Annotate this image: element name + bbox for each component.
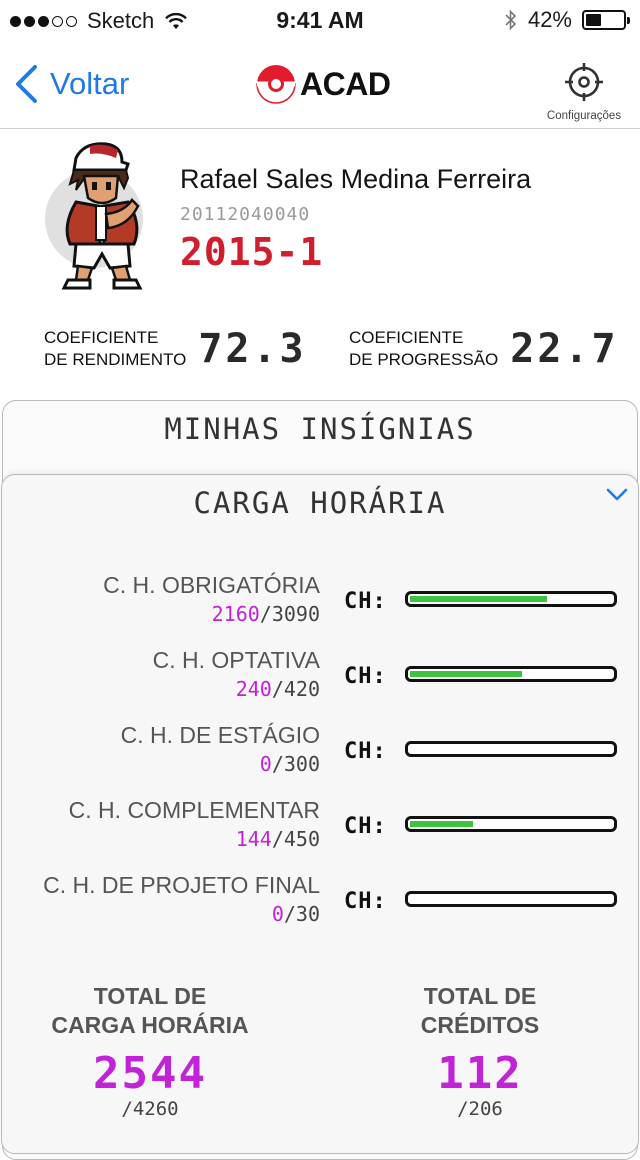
coefficient-progressao-label: COEFICIENTE DE PROGRESSÃO (349, 328, 499, 369)
progress-fill (410, 671, 522, 677)
back-button[interactable]: Voltar (14, 64, 129, 104)
current-semester: 2015-1 (180, 230, 324, 274)
student-name: Rafael Sales Medina Ferreira (180, 164, 532, 194)
settings-label: Configurações (546, 110, 622, 122)
workload-row-optativa: C. H. OPTATIVA 240/420 CH: (0, 647, 640, 707)
status-right: 42% (504, 7, 630, 33)
progress-bar (405, 591, 617, 607)
chevron-left-icon (16, 65, 37, 103)
total-workload-max: /4260 (121, 1098, 179, 1120)
progress-bar (405, 666, 617, 682)
chevron-down-icon[interactable] (606, 484, 628, 504)
workload-row-label: C. H. COMPLEMENTAR (68, 797, 320, 823)
workload-row-fraction: 240/420 (235, 677, 320, 701)
ch-label: CH: (344, 589, 387, 614)
progress-bar (405, 741, 617, 757)
progress-fill (410, 821, 473, 827)
workload-panel-title: CARGA HORÁRIA (193, 486, 447, 520)
crosshair-settings-icon (565, 63, 603, 101)
ch-label: CH: (344, 739, 387, 764)
total-credits: TOTAL DE CRÉDITOS 112 /206 (370, 982, 590, 1120)
coefficient-rendimento-label: COEFICIENTE DE RENDIMENTO (44, 328, 187, 369)
progress-bar (405, 891, 617, 907)
bluetooth-icon (505, 9, 517, 31)
total-credits-max: /206 (457, 1098, 503, 1120)
progress-fill (410, 596, 547, 602)
workload-row-complementar: C. H. COMPLEMENTAR 144/450 CH: (0, 797, 640, 857)
workload-row-obrigatoria: C. H. OBRIGATÓRIA 2160/3090 CH: (0, 572, 640, 632)
pokeball-icon (256, 65, 296, 104)
workload-row-fraction: 2160/3090 (211, 602, 320, 626)
trainer-sprite-icon (61, 142, 143, 290)
battery-icon (582, 10, 630, 30)
navigation-bar: Voltar ACAD Configurações (0, 40, 640, 129)
badges-panel-title[interactable]: MINHAS INSÍGNIAS (0, 412, 640, 446)
coefficient-rendimento-value: 72.3 (198, 326, 307, 372)
workload-row-label: C. H. OBRIGATÓRIA (103, 572, 320, 598)
workload-row-fraction: 0/30 (271, 902, 320, 926)
battery-percentage: 42% (527, 7, 572, 32)
coefficient-rendimento: COEFICIENTE DE RENDIMENTO 72.3 (44, 326, 307, 372)
workload-row-estagio: C. H. DE ESTÁGIO 0/300 CH: (0, 722, 640, 782)
ch-label: CH: (344, 664, 387, 689)
total-credits-value: 112 (437, 1048, 523, 1099)
logo-text: ACAD (300, 65, 391, 102)
workload-row-fraction: 0/300 (259, 752, 320, 776)
workload-row-fraction: 144/450 (235, 827, 320, 851)
workload-row-label: C. H. DE ESTÁGIO (120, 722, 320, 748)
student-id: 20112040040 (180, 204, 311, 225)
total-credits-label: TOTAL DE CRÉDITOS (420, 983, 540, 1038)
workload-row-label: C. H. OPTATIVA (152, 647, 320, 673)
total-workload-label: TOTAL DE CARGA HORÁRIA (51, 983, 249, 1038)
coefficient-progressao-value: 22.7 (510, 326, 619, 372)
workload-row-projeto-final: C. H. DE PROJETO FINAL 0/30 CH: (0, 872, 640, 932)
workload-row-label: C. H. DE PROJETO FINAL (43, 872, 320, 898)
app-logo: ACAD (256, 64, 391, 104)
ch-label: CH: (344, 814, 387, 839)
back-label: Voltar (50, 66, 130, 101)
settings-button[interactable]: Configurações (544, 62, 624, 122)
total-workload-value: 2544 (93, 1048, 207, 1099)
status-bar: Sketch 9:41 AM 42% (0, 0, 640, 40)
progress-bar (405, 816, 617, 832)
total-workload: TOTAL DE CARGA HORÁRIA 2544 /4260 (40, 982, 260, 1120)
ch-label: CH: (344, 889, 387, 914)
coefficient-progressao: COEFICIENTE DE PROGRESSÃO 22.7 (349, 326, 619, 372)
